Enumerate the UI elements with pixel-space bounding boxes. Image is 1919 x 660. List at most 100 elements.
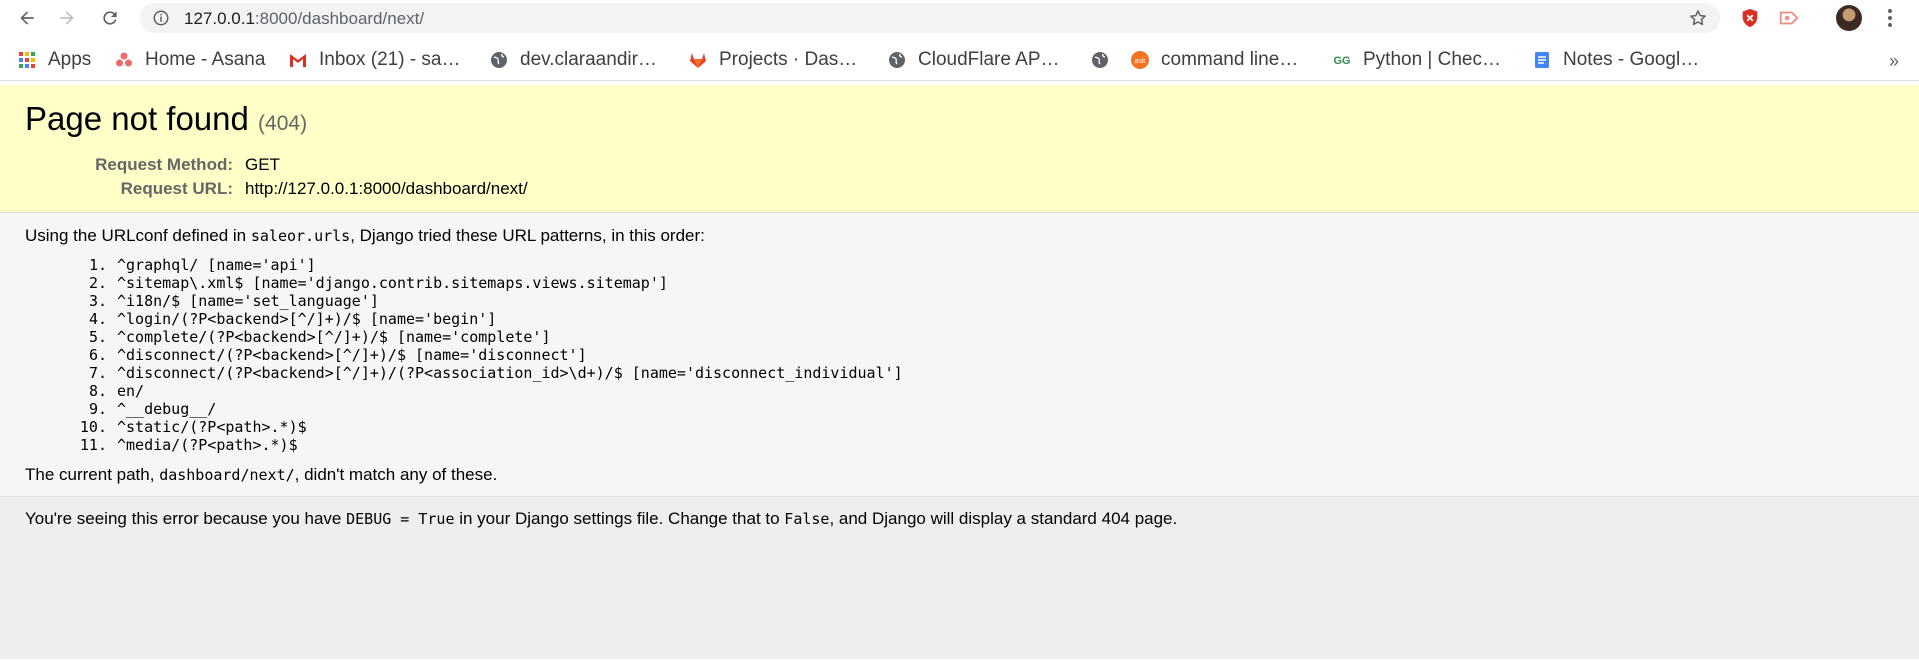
url-pattern-item: 10. ^static/(?P<path>.*)$ (25, 418, 1894, 436)
apps-grid-icon (19, 52, 35, 68)
bookmark-label: CloudFlare AP… (918, 49, 1060, 70)
google-docs-icon (1535, 52, 1549, 68)
globe-icon (889, 52, 905, 68)
bookmark-askubuntu[interactable]: ask command line… (1131, 48, 1298, 72)
gitlab-icon (690, 53, 706, 68)
url-pattern-text: ^media/(?P<path>.*)$ (117, 436, 298, 454)
urlconf-module: saleor.urls (250, 227, 351, 245)
shield-extension-icon[interactable] (1739, 7, 1761, 29)
url-pattern-item: 9. ^__debug__/ (25, 400, 1894, 418)
url-text[interactable]: 127.0.0.1:8000/dashboard/next/ (184, 9, 424, 29)
back-button[interactable] (15, 6, 39, 30)
arrow-right-icon (60, 11, 74, 25)
reload-icon (103, 11, 117, 25)
askubuntu-icon: ask (1131, 51, 1149, 69)
reload-button[interactable] (98, 6, 122, 30)
url-pattern-text: ^__debug__/ (117, 400, 217, 418)
url-pattern-number: 11. (79, 436, 107, 454)
bookmark-label: dev.claraandir… (520, 49, 657, 70)
url-pattern-number: 1. (88, 256, 107, 274)
current-path: dashboard/next/ (159, 466, 295, 484)
page-title: Page not found (404) (25, 99, 1894, 139)
explanation-panel: You're seeing this error because you hav… (0, 497, 1919, 659)
url-pattern-number: 7. (88, 364, 107, 382)
url-pattern-item: 3. ^i18n/$ [name='set_language'] (25, 292, 1894, 310)
gmail-icon (290, 54, 306, 67)
url-pattern-item: 4. ^login/(?P<backend>[^/]+)/$ [name='beg… (25, 310, 1894, 328)
cast-extension-icon[interactable] (1778, 7, 1800, 29)
url-pattern-number: 4. (88, 310, 107, 328)
asana-icon (116, 52, 132, 67)
urlconf-intro: Using the URLconf defined in saleor.urls… (25, 226, 1894, 246)
current-path-text: , didn't match any of these. (294, 465, 498, 484)
bookmark-gitlab-projects[interactable]: Projects · Das… (689, 48, 857, 72)
debug-false-value: False (784, 510, 830, 528)
bookmark-label: Notes - Googl… (1563, 49, 1700, 70)
explanation-text: in your Django settings file. Change tha… (454, 509, 785, 528)
bookmark-apps[interactable]: Apps (18, 48, 91, 72)
request-method-value: GET (245, 154, 280, 174)
star-icon[interactable] (1688, 8, 1708, 28)
url-pattern-text: en/ (117, 382, 145, 400)
url-pattern-text: ^disconnect/(?P<backend>[^/]+)/$ [name='… (117, 346, 587, 364)
debug-explanation: You're seeing this error because you hav… (25, 509, 1894, 529)
url-pattern-list: 1. ^graphql/ [name='api'] 2. ^sitemap\.xml$… (25, 256, 1894, 454)
url-pattern-number: 8. (88, 382, 107, 400)
bookmark-label: Apps (48, 49, 92, 70)
profile-avatar[interactable] (1836, 5, 1862, 31)
url-pattern-number: 10. (79, 418, 107, 436)
request-url-row: Request URL: http://127.0.0.1:8000/dashb… (25, 177, 528, 201)
url-pattern-text: ^complete/(?P<backend>[^/]+)/$ [name='co… (117, 328, 551, 346)
bookmark-dev-claraandir[interactable]: dev.claraandir… (490, 48, 657, 72)
bookmark-google-notes[interactable]: Notes - Googl… (1533, 48, 1699, 72)
intro-text: Using the URLconf defined in (25, 226, 251, 245)
bookmark-globe[interactable] (1091, 48, 1121, 72)
svg-text:ask: ask (1135, 58, 1146, 65)
current-path-text: The current path, (25, 465, 160, 484)
page-content: Page not found (404) Request Method: GET… (0, 85, 1919, 660)
info-icon[interactable] (152, 9, 170, 27)
url-pattern-item: 2. ^sitemap\.xml$ [name='django.contrib.s… (25, 274, 1894, 292)
svg-text:GG: GG (1333, 55, 1350, 67)
url-pattern-item: 11. ^media/(?P<path>.*)$ (25, 436, 1894, 454)
url-pattern-item: 1. ^graphql/ [name='api'] (25, 256, 1894, 274)
page-title-text: Page not found (25, 100, 249, 137)
url-pattern-item: 7. ^disconnect/(?P<backend>[^/]+)/(?P<ass… (25, 364, 1894, 382)
bookmark-asana[interactable]: Home - Asana (115, 48, 265, 72)
info-panel: Using the URLconf defined in saleor.urls… (0, 213, 1919, 497)
url-pattern-number: 6. (88, 346, 107, 364)
request-method-row: Request Method: GET (25, 153, 528, 177)
url-pattern-item: 6. ^disconnect/(?P<backend>[^/]+)/$ [name… (25, 346, 1894, 364)
url-pattern-number: 5. (88, 328, 107, 346)
url-pattern-text: ^disconnect/(?P<backend>[^/]+)/(?P<assoc… (117, 364, 903, 382)
bookmark-geeksforgeeks[interactable]: GG Python | Chec… (1333, 48, 1501, 72)
globe-icon (491, 52, 507, 68)
url-pattern-number: 2. (88, 274, 107, 292)
url-pattern-number: 3. (88, 292, 107, 310)
request-url-value: http://127.0.0.1:8000/dashboard/next/ (245, 178, 528, 198)
url-pattern-item: 5. ^complete/(?P<backend>[^/]+)/$ [name='… (25, 328, 1894, 346)
request-method-label: Request Method: (95, 154, 233, 174)
bookmark-label: Projects · Das… (719, 49, 858, 70)
bookmarks-overflow-button[interactable]: » (1889, 51, 1899, 72)
geeksforgeeks-icon: GG (1333, 55, 1350, 67)
url-pattern-text: ^graphql/ [name='api'] (117, 256, 316, 274)
bookmarks-bar: Apps Home - Asana Inbox (21) - sa… dev.c… (0, 43, 1919, 81)
forward-button[interactable] (55, 6, 79, 30)
url-pattern-text: ^static/(?P<path>.*)$ (117, 418, 307, 436)
url-pattern-number: 9. (88, 400, 107, 418)
current-path-message: The current path, dashboard/next/, didn'… (25, 465, 1894, 485)
request-url-label: Request URL: (120, 178, 233, 198)
bookmark-label: Inbox (21) - sa… (319, 49, 461, 70)
bookmark-gmail[interactable]: Inbox (21) - sa… (289, 48, 461, 72)
browser-toolbar: 127.0.0.1:8000/dashboard/next/ (0, 0, 1919, 37)
url-pattern-text: ^login/(?P<backend>[^/]+)/$ [name='begin… (117, 310, 497, 328)
intro-text: , Django tried these URL patterns, in th… (350, 226, 705, 245)
bookmark-cloudflare[interactable]: CloudFlare AP… (888, 48, 1060, 72)
address-bar[interactable]: 127.0.0.1:8000/dashboard/next/ (140, 3, 1720, 33)
more-menu-icon[interactable] (1880, 7, 1900, 29)
status-code: (404) (258, 112, 308, 135)
explanation-text: You're seeing this error because you hav… (25, 509, 347, 528)
explanation-text: , and Django will display a standard 404… (829, 509, 1178, 528)
bookmark-label: command line… (1161, 49, 1299, 70)
